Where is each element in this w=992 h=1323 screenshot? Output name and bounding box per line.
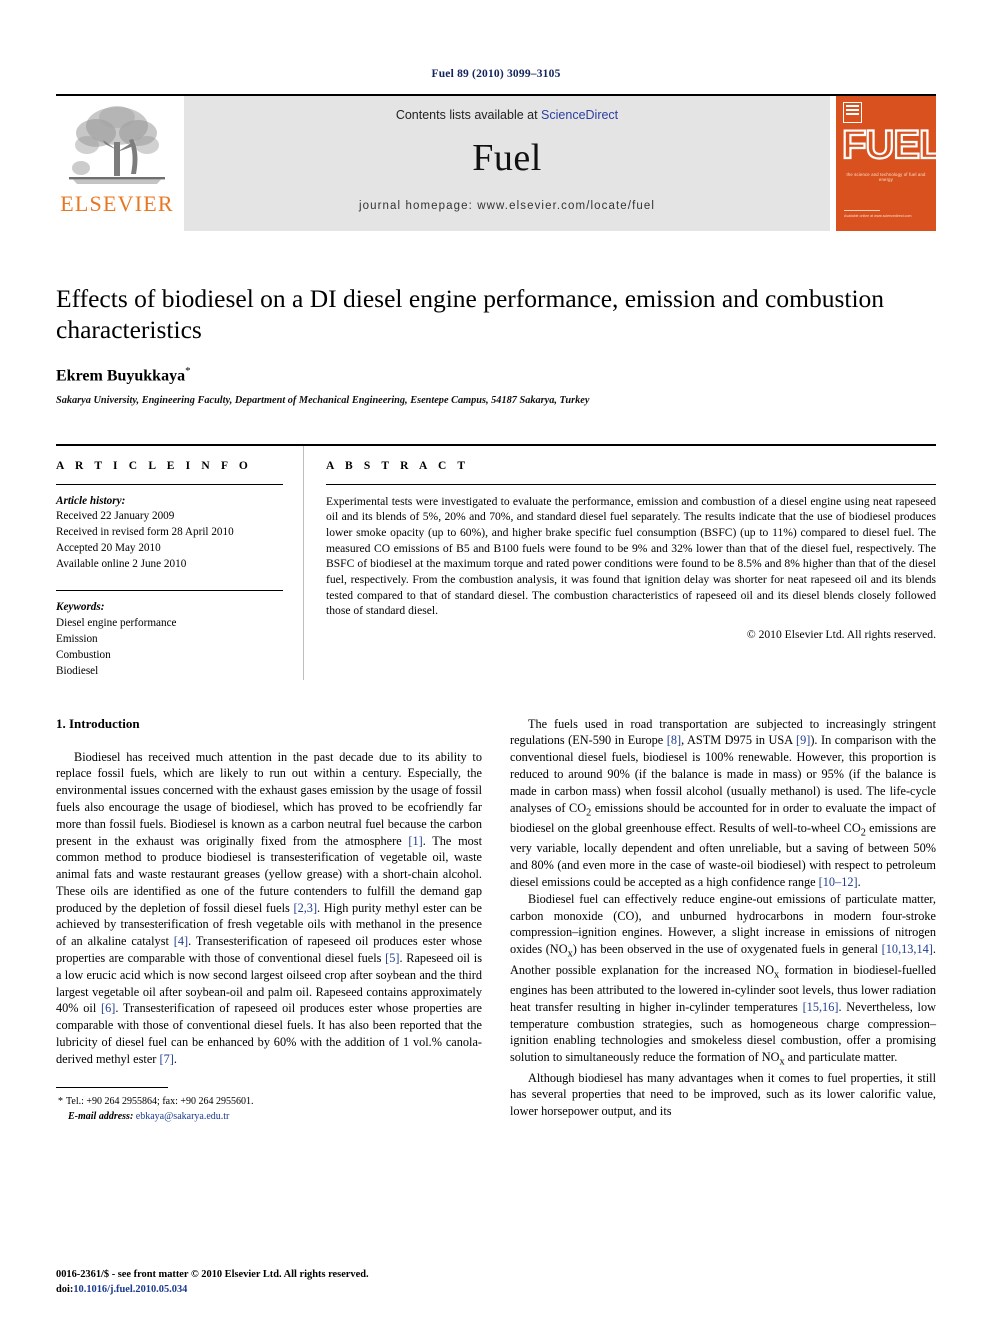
keywords-divider — [56, 590, 283, 592]
author-name: Ekrem Buyukkaya — [56, 367, 186, 385]
journal-homepage-link[interactable]: journal homepage: www.elsevier.com/locat… — [359, 200, 655, 212]
elsevier-wordmark: ELSEVIER — [60, 191, 174, 216]
body-column-left: 1. Introduction Biodiesel has received m… — [56, 716, 482, 1125]
paper-page: Fuel 89 (2010) 3099–3105 ELSEVIER Conten… — [0, 0, 992, 1323]
keyword-item: Emission — [56, 632, 98, 645]
sciencedirect-link[interactable]: ScienceDirect — [541, 108, 618, 122]
cover-footer-text: Available online at www.sciencedirect.co… — [844, 213, 912, 218]
article-history-label: Article history: — [56, 494, 126, 507]
body-column-right: The fuels used in road transportation ar… — [510, 716, 936, 1125]
affiliation: Sakarya University, Engineering Faculty,… — [56, 394, 590, 406]
doi-link[interactable]: 10.1016/j.fuel.2010.05.034 — [73, 1284, 187, 1295]
abstract-text: Experimental tests were investigated to … — [326, 494, 936, 618]
abstract-divider — [326, 483, 936, 485]
journal-masthead: ELSEVIER Contents lists available at Sci… — [56, 94, 936, 231]
page-title: Effects of biodiesel on a DI diesel engi… — [56, 284, 885, 345]
author-line: Ekrem Buyukkaya* — [56, 365, 936, 385]
article-info-heading: A R T I C L E I N F O — [56, 459, 252, 472]
cover-title: FUEL — [841, 123, 936, 167]
running-head: Fuel 89 (2010) 3099–3105 — [431, 68, 561, 80]
abstract-copyright: © 2010 Elsevier Ltd. All rights reserved… — [746, 628, 936, 642]
keywords-label: Keywords: — [56, 601, 105, 614]
keywords-block: Keywords: Diesel engine performance Emis… — [56, 600, 283, 680]
footnote-tel-line: * Tel.: +90 264 2955864; fax: +90 264 295… — [58, 1094, 482, 1109]
history-item: Accepted 20 May 2010 — [56, 542, 161, 555]
footnote-contact: * Tel.: +90 264 2955864; fax: +90 264 295… — [56, 1094, 482, 1124]
body-paragraph: Biodiesel fuel can effectively reduce en… — [510, 891, 936, 1068]
abstract-heading: A B S T R A C T — [326, 459, 470, 472]
imprint-block: 0016-2361/$ - see front matter © 2010 El… — [56, 1267, 369, 1297]
history-item: Received 22 January 2009 — [56, 510, 175, 523]
author-correspondence-marker[interactable]: * — [185, 365, 191, 377]
footnote-email-line: E-mail address: ebkaya@sakarya.edu.tr — [68, 1109, 482, 1124]
contents-prefix-text: Contents lists available at — [395, 108, 542, 122]
article-history: Article history: Received 22 January 200… — [56, 494, 283, 574]
doi-label: doi: — [56, 1283, 74, 1295]
history-item: Available online 2 June 2010 — [56, 558, 187, 571]
body-paragraph: The fuels used in road transportation ar… — [510, 716, 937, 889]
imprint-front-matter: 0016-2361/$ - see front matter © 2010 El… — [56, 1268, 369, 1280]
info-abstract-region: A R T I C L E I N F O Article history: R… — [56, 443, 936, 680]
body-paragraph: Biodiesel has received much attention in… — [56, 749, 483, 1066]
title-block: Effects of biodiesel on a DI diesel engi… — [56, 283, 936, 406]
journal-banner: Contents lists available at ScienceDirec… — [184, 96, 830, 231]
section-heading-introduction: 1. Introduction — [56, 715, 140, 731]
body-paragraph: Although biodiesel has many advantages w… — [510, 1070, 936, 1119]
cover-subtitle: the science and technology of fuel and e… — [846, 172, 926, 182]
cover-publisher-icon — [843, 102, 862, 123]
journal-title: Fuel — [472, 137, 542, 179]
body-columns: 1. Introduction Biodiesel has received m… — [56, 716, 936, 1125]
footnote-email-link[interactable]: ebkaya@sakarya.edu.tr — [136, 1111, 230, 1122]
imprint-doi-line: doi:10.1016/j.fuel.2010.05.034 — [56, 1282, 369, 1297]
abstract-column: A B S T R A C T Experimental tests were … — [304, 446, 936, 680]
keyword-item: Combustion — [56, 648, 111, 661]
contents-list-line: Contents lists available at ScienceDirec… — [396, 108, 618, 122]
elsevier-tree-icon — [69, 106, 165, 184]
elsevier-logo: ELSEVIER — [56, 96, 178, 231]
footnote-email-label: E-mail address: — [68, 1111, 134, 1123]
article-info-column: A R T I C L E I N F O Article history: R… — [56, 445, 304, 680]
footnote-tel: Tel.: +90 264 2955864; fax: +90 264 2955… — [66, 1096, 254, 1108]
keyword-item: Biodiesel — [56, 664, 99, 677]
history-item: Received in revised form 28 April 2010 — [56, 526, 234, 539]
footnote-rule — [56, 1087, 168, 1089]
journal-cover-thumbnail: FUEL the science and technology of fuel … — [836, 96, 936, 231]
footnote-marker: * — [58, 1096, 63, 1108]
cover-footer: Available online at www.sciencedirect.co… — [844, 209, 912, 219]
keyword-item: Diesel engine performance — [56, 616, 177, 629]
article-info-divider — [56, 483, 283, 485]
footnote-block: * Tel.: +90 264 2955864; fax: +90 264 295… — [56, 1087, 482, 1124]
